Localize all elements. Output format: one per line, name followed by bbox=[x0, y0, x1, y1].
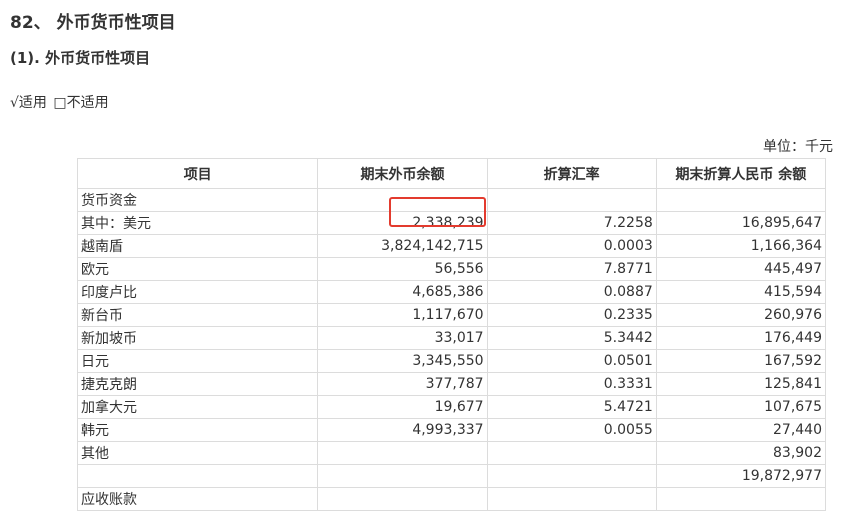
header-exchange-rate: 折算汇率 bbox=[486, 158, 657, 189]
cell-foreign-balance: 2,338,239 bbox=[317, 211, 488, 235]
cell-exchange-rate: 0.0887 bbox=[486, 280, 657, 304]
cell-rmb-balance: 1,166,364 bbox=[655, 234, 827, 258]
cell-rmb-balance: 260,976 bbox=[655, 303, 827, 327]
cell-foreign-balance: 19,677 bbox=[317, 395, 488, 419]
cell-item: 日元 bbox=[76, 349, 319, 373]
cell-rmb-balance bbox=[655, 487, 827, 511]
cell-foreign-balance bbox=[317, 188, 488, 212]
cell-item: 欧元 bbox=[76, 257, 319, 281]
table-row: 新加坡币 33,017 5.3442 176,449 bbox=[76, 326, 827, 350]
header-foreign-balance: 期末外币余额 bbox=[317, 158, 488, 189]
header-item: 项目 bbox=[76, 158, 319, 189]
cell-item: 其中：美元 bbox=[76, 211, 319, 235]
table-row: 越南盾 3,824,142,715 0.0003 1,166,364 bbox=[76, 234, 827, 258]
cell-foreign-balance: 3,345,550 bbox=[317, 349, 488, 373]
table-body: 货币资金 其中：美元 2,338,239 7.2258 16,895,647 越南盾 3,8… bbox=[76, 188, 827, 511]
cell-rmb-balance: 27,440 bbox=[655, 418, 827, 442]
cell-exchange-rate: 5.4721 bbox=[486, 395, 657, 419]
table-row: 捷克克朗 377,787 0.3331 125,841 bbox=[76, 372, 827, 396]
table-row: 新台币 1,117,670 0.2335 260,976 bbox=[76, 303, 827, 327]
cell-item: 货币资金 bbox=[76, 188, 319, 212]
cell-rmb-balance: 445,497 bbox=[655, 257, 827, 281]
cell-exchange-rate: 7.8771 bbox=[486, 257, 657, 281]
cell-item: 其他 bbox=[76, 441, 319, 465]
cell-foreign-balance: 4,685,386 bbox=[317, 280, 488, 304]
table-row: 加拿大元 19,677 5.4721 107,675 bbox=[76, 395, 827, 419]
table-row: 欧元 56,556 7.8771 445,497 bbox=[76, 257, 827, 281]
cell-foreign-balance: 3,824,142,715 bbox=[317, 234, 488, 258]
cell-exchange-rate: 7.2258 bbox=[486, 211, 657, 235]
cell-rmb-balance: 125,841 bbox=[655, 372, 827, 396]
cell-exchange-rate bbox=[486, 188, 657, 212]
cell-rmb-balance: 415,594 bbox=[655, 280, 827, 304]
cell-foreign-balance bbox=[317, 487, 488, 511]
cell-foreign-balance: 1,117,670 bbox=[317, 303, 488, 327]
table-row: 货币资金 bbox=[76, 188, 827, 212]
cell-foreign-balance bbox=[317, 464, 488, 488]
not-applicable-option: □不适用 bbox=[53, 95, 109, 111]
cell-item: 加拿大元 bbox=[76, 395, 319, 419]
cell-rmb-balance: 176,449 bbox=[655, 326, 827, 350]
cell-foreign-balance: 4,993,337 bbox=[317, 418, 488, 442]
cell-item: 新台币 bbox=[76, 303, 319, 327]
cell-exchange-rate bbox=[486, 487, 657, 511]
section-title: 82、 外币货币性项目 bbox=[10, 13, 176, 33]
cell-item: 韩元 bbox=[76, 418, 319, 442]
cell-item bbox=[76, 464, 319, 488]
cell-item: 印度卢比 bbox=[76, 280, 319, 304]
table-row: 印度卢比 4,685,386 0.0887 415,594 bbox=[76, 280, 827, 304]
cell-exchange-rate: 0.2335 bbox=[486, 303, 657, 327]
cell-item: 捷克克朗 bbox=[76, 372, 319, 396]
cell-rmb-balance: 107,675 bbox=[655, 395, 827, 419]
foreign-currency-table: 项目 期末外币余额 折算汇率 期末折算人民币 余额 货币资金 其中：美元 2,338… bbox=[76, 158, 827, 511]
table-row: 韩元 4,993,337 0.0055 27,440 bbox=[76, 418, 827, 442]
cell-exchange-rate: 0.3331 bbox=[486, 372, 657, 396]
cell-exchange-rate: 0.0003 bbox=[486, 234, 657, 258]
applicable-option: √适用 bbox=[10, 95, 47, 111]
cell-item: 应收账款 bbox=[76, 487, 319, 511]
table-row: 其他 83,902 bbox=[76, 441, 827, 465]
cell-exchange-rate bbox=[486, 441, 657, 465]
cell-foreign-balance bbox=[317, 441, 488, 465]
cell-exchange-rate: 5.3442 bbox=[486, 326, 657, 350]
table-row: 应收账款 bbox=[76, 487, 827, 511]
unit-label: 单位：千元 bbox=[763, 139, 833, 155]
cell-item: 越南盾 bbox=[76, 234, 319, 258]
cell-rmb-balance: 19,872,977 bbox=[655, 464, 827, 488]
cell-rmb-balance: 83,902 bbox=[655, 441, 827, 465]
table-row: 日元 3,345,550 0.0501 167,592 bbox=[76, 349, 827, 373]
cell-rmb-balance bbox=[655, 188, 827, 212]
cell-foreign-balance: 33,017 bbox=[317, 326, 488, 350]
cell-item: 新加坡币 bbox=[76, 326, 319, 350]
cell-rmb-balance: 167,592 bbox=[655, 349, 827, 373]
cell-exchange-rate: 0.0055 bbox=[486, 418, 657, 442]
cell-exchange-rate bbox=[486, 464, 657, 488]
applicability-row: √适用 □不适用 bbox=[10, 92, 111, 112]
cell-foreign-balance: 56,556 bbox=[317, 257, 488, 281]
table-row: 其中：美元 2,338,239 7.2258 16,895,647 bbox=[76, 211, 827, 235]
cell-foreign-balance: 377,787 bbox=[317, 372, 488, 396]
cell-exchange-rate: 0.0501 bbox=[486, 349, 657, 373]
table-row: 19,872,977 bbox=[76, 464, 827, 488]
header-rmb-balance: 期末折算人民币 余额 bbox=[655, 158, 827, 189]
table-header-row: 项目 期末外币余额 折算汇率 期末折算人民币 余额 bbox=[76, 158, 827, 189]
subsection-title: (1). 外币货币性项目 bbox=[10, 49, 151, 67]
cell-rmb-balance: 16,895,647 bbox=[655, 211, 827, 235]
